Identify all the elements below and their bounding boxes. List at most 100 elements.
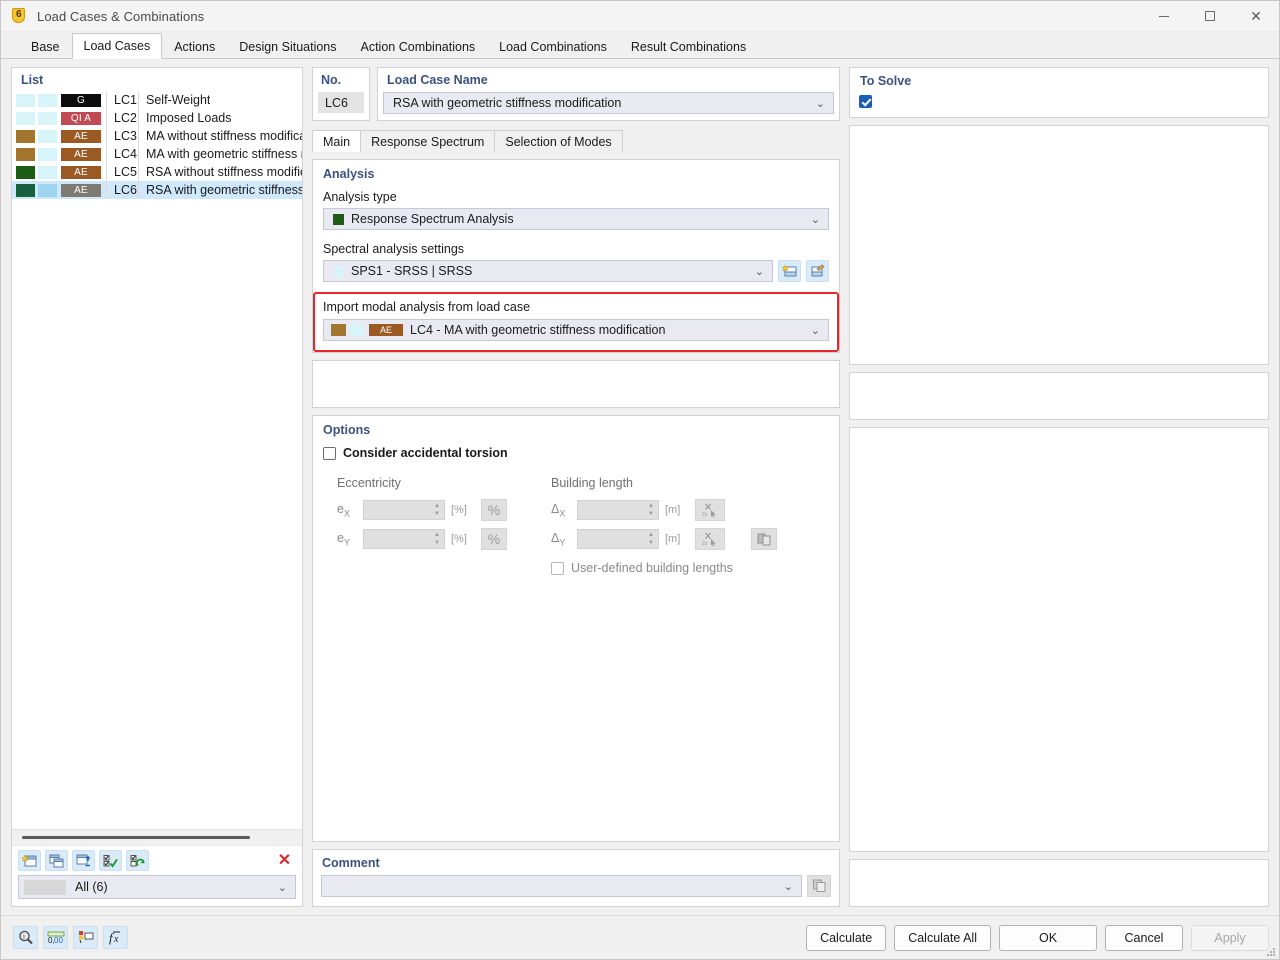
options-section: Options Consider accidental torsion Ecce… xyxy=(312,415,840,842)
import-arrow-icon[interactable] xyxy=(72,850,95,871)
to-solve-checkbox[interactable] xyxy=(859,95,872,108)
list-item[interactable]: QI A LC2 Imposed Loads xyxy=(12,109,302,127)
stepper-arrows-icon[interactable]: ▲▼ xyxy=(434,503,440,517)
action-category-badge: QI A xyxy=(61,112,101,125)
list-caption: List xyxy=(12,68,302,91)
eccentricity-x-percent-button[interactable]: % xyxy=(481,499,507,521)
svg-text:2x: 2x xyxy=(702,512,708,518)
apply-button: Apply xyxy=(1191,925,1269,951)
load-case-name: Imposed Loads xyxy=(138,109,231,127)
spectral-settings-label: Spectral analysis settings xyxy=(323,242,829,256)
stepper-arrows-icon[interactable]: ▲▼ xyxy=(648,503,654,517)
tab-actions[interactable]: Actions xyxy=(162,33,227,59)
chevron-down-icon[interactable]: ⌄ xyxy=(816,97,825,110)
maximize-icon[interactable] xyxy=(1187,1,1233,32)
load-case-name-input[interactable]: RSA with geometric stiffness modificatio… xyxy=(383,92,834,114)
magnifier-info-icon[interactable]: i xyxy=(13,926,38,949)
chevron-down-icon[interactable]: ⌄ xyxy=(811,213,820,226)
load-case-no-panel: No. LC6 xyxy=(312,67,370,121)
new-window-star-icon[interactable] xyxy=(18,850,41,871)
import-modal-analysis-highlight: Import modal analysis from load case AE … xyxy=(313,292,839,352)
analysis-type-combo[interactable]: Response Spectrum Analysis ⌄ xyxy=(323,208,829,230)
tab-load-cases[interactable]: Load Cases xyxy=(72,33,163,59)
calculate-all-button[interactable]: Calculate All xyxy=(894,925,991,951)
list-item[interactable]: AE LC5 RSA without stiffness modificatio… xyxy=(12,163,302,181)
tab-action-combinations[interactable]: Action Combinations xyxy=(349,33,488,59)
window-controls: ✕ xyxy=(1141,1,1279,32)
spectral-settings-combo[interactable]: SPS1 - SRSS | SRSS ⌄ xyxy=(323,260,773,282)
stepper-arrows-icon[interactable]: ▲▼ xyxy=(434,532,440,546)
list-horizontal-scrollbar[interactable] xyxy=(12,829,302,845)
tab-design-situations[interactable]: Design Situations xyxy=(227,33,348,59)
new-settings-icon[interactable] xyxy=(778,260,801,282)
load-case-list[interactable]: G LC1 Self-Weight QI A LC2 Imposed Loads… xyxy=(12,91,302,829)
pick-length-icon[interactable]: 2x xyxy=(695,499,725,521)
formula-icon[interactable]: f x xyxy=(103,926,128,949)
load-case-number: LC5 xyxy=(106,163,138,181)
list-item[interactable]: AE LC3 MA without stiffness modification xyxy=(12,127,302,145)
window-title: Load Cases & Combinations xyxy=(37,9,204,24)
dialog-body: List G LC1 Self-Weight QI A LC2 Imposed … xyxy=(1,59,1279,915)
calculate-button[interactable]: Calculate xyxy=(806,925,886,951)
import-modal-value: LC4 - MA with geometric stiffness modifi… xyxy=(410,323,665,337)
consider-accidental-torsion-row[interactable]: Consider accidental torsion xyxy=(323,446,829,460)
copy-values-icon[interactable] xyxy=(751,528,777,550)
row-color-swatch-2 xyxy=(38,166,57,179)
tab-response-spectrum[interactable]: Response Spectrum xyxy=(360,130,495,152)
load-case-tag-icon xyxy=(10,7,28,25)
checklist-refresh-icon[interactable] xyxy=(126,850,149,871)
chevron-down-icon[interactable]: ⌄ xyxy=(278,881,287,894)
user-defined-building-lengths-row[interactable]: User-defined building lengths xyxy=(551,561,777,575)
edit-settings-icon[interactable] xyxy=(806,260,829,282)
eccentricity-y-percent-button[interactable]: % xyxy=(481,528,507,550)
analysis-section: Analysis Analysis type Response Spectrum… xyxy=(312,159,840,353)
ok-button[interactable]: OK xyxy=(999,925,1097,951)
comment-library-icon[interactable] xyxy=(807,875,831,897)
user-defined-building-lengths-checkbox[interactable] xyxy=(551,562,564,575)
list-filter-combo[interactable]: All (6) ⌄ xyxy=(18,875,296,899)
tab-main[interactable]: Main xyxy=(312,130,361,152)
close-icon[interactable]: ✕ xyxy=(1233,1,1279,32)
display-properties-icon[interactable] xyxy=(73,926,98,949)
chevron-down-icon[interactable]: ⌄ xyxy=(811,324,820,337)
list-item[interactable]: G LC1 Self-Weight xyxy=(12,91,302,109)
decimal-places-icon[interactable]: 0, 00 xyxy=(43,926,68,949)
tab-base[interactable]: Base xyxy=(19,33,72,59)
cancel-button[interactable]: Cancel xyxy=(1105,925,1183,951)
action-category-badge: AE xyxy=(61,184,101,197)
import-modal-combo[interactable]: AE LC4 - MA with geometric stiffness mod… xyxy=(323,319,829,341)
checklist-check-icon[interactable] xyxy=(99,850,122,871)
scrollbar-thumb[interactable] xyxy=(22,836,250,839)
comment-input[interactable]: ⌄ xyxy=(321,875,802,897)
eccentricity-y-input[interactable]: ▲▼ xyxy=(363,529,445,549)
building-length-y-input[interactable]: ▲▼ xyxy=(577,529,659,549)
footer-tool-buttons: i 0, 00 f xyxy=(13,926,128,949)
resize-grip[interactable] xyxy=(1266,947,1276,957)
detail-column: No. LC6 Load Case Name RSA with geometri… xyxy=(312,67,840,907)
minimize-icon[interactable] xyxy=(1141,1,1187,32)
spectral-settings-value: SPS1 - SRSS | SRSS xyxy=(351,264,472,278)
building-length-x-input[interactable]: ▲▼ xyxy=(577,500,659,520)
copy-window-icon[interactable] xyxy=(45,850,68,871)
building-length-y-label: ΔY xyxy=(551,531,571,548)
chevron-down-icon[interactable]: ⌄ xyxy=(755,265,764,278)
load-case-no-value: LC6 xyxy=(318,92,364,113)
tab-selection-of-modes[interactable]: Selection of Modes xyxy=(494,130,622,152)
list-item[interactable]: AE LC4 MA with geometric stiffness modif… xyxy=(12,145,302,163)
red-x-icon[interactable]: ✕ xyxy=(273,850,296,871)
eccentricity-x-label: eX xyxy=(337,502,357,519)
pick-length-icon[interactable]: 2x xyxy=(695,528,725,550)
row-color-swatch-2 xyxy=(38,94,57,107)
comment-section: Comment ⌄ xyxy=(312,849,840,907)
load-case-number: LC3 xyxy=(106,127,138,145)
consider-accidental-torsion-checkbox[interactable] xyxy=(323,447,336,460)
row-color-swatch-2 xyxy=(38,130,57,143)
tab-load-combinations[interactable]: Load Combinations xyxy=(487,33,619,59)
list-item-selected[interactable]: AE LC6 RSA with geometric stiffness modi… xyxy=(12,181,302,199)
eccentricity-x-input[interactable]: ▲▼ xyxy=(363,500,445,520)
analysis-type-value: Response Spectrum Analysis xyxy=(351,212,514,226)
tab-result-combinations[interactable]: Result Combinations xyxy=(619,33,758,59)
stepper-arrows-icon[interactable]: ▲▼ xyxy=(648,532,654,546)
eccentricity-y-unit: [%] xyxy=(451,533,475,545)
chevron-down-icon[interactable]: ⌄ xyxy=(784,880,793,893)
